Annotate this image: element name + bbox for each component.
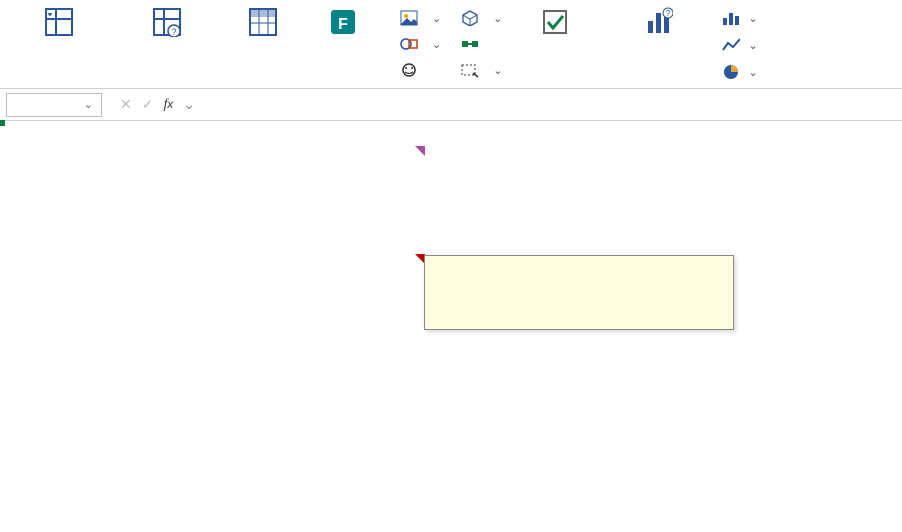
- cell-note-tooltip: [424, 255, 734, 330]
- pie-chart-icon: [722, 63, 740, 81]
- active-cell-outline: [0, 121, 4, 125]
- recommended-pivot-button[interactable]: ?: [112, 6, 222, 42]
- forms-button[interactable]: F: [304, 6, 382, 42]
- screenshot-button[interactable]: [461, 58, 502, 82]
- bar-chart-icon: [722, 9, 740, 27]
- formula-bar: ⌄ ✕ ✓ fx ⌄: [0, 89, 902, 121]
- chevron-down-icon: ⌄: [84, 98, 93, 111]
- line-chart-icon: [722, 36, 740, 54]
- icons-button[interactable]: [400, 58, 441, 82]
- screenshot-icon: [461, 61, 479, 79]
- checkbox-icon: [539, 6, 571, 38]
- pivot-table-icon: [43, 6, 75, 38]
- cancel-icon[interactable]: ✕: [120, 96, 132, 113]
- fx-icon[interactable]: fx: [163, 97, 173, 113]
- models3d-icon: [461, 9, 479, 27]
- chart-type-1[interactable]: [722, 6, 757, 30]
- icons-icon: [400, 61, 418, 79]
- formula-input[interactable]: [201, 93, 896, 117]
- recommended-charts-icon: ?: [642, 6, 674, 38]
- images-icon: [400, 9, 418, 27]
- models3d-button[interactable]: [461, 6, 502, 30]
- checkbox-button[interactable]: [520, 6, 590, 42]
- table-icon: [247, 6, 279, 38]
- images-button[interactable]: [400, 6, 441, 30]
- comment-indicator-purple[interactable]: [415, 146, 425, 156]
- forms-icon: F: [327, 6, 359, 38]
- ribbon-group-illustrations: [400, 6, 502, 86]
- table-button[interactable]: [236, 6, 290, 42]
- ribbon: ? F: [0, 0, 902, 89]
- svg-text:F: F: [338, 16, 348, 33]
- enter-icon[interactable]: ✓: [142, 96, 154, 113]
- formula-buttons: ✕ ✓ fx ⌄: [114, 96, 201, 113]
- smartart-icon: [461, 35, 479, 53]
- ribbon-group-charts: ?: [608, 6, 757, 84]
- svg-text:?: ?: [171, 27, 176, 37]
- recommended-pivot-icon: ?: [151, 6, 183, 38]
- ribbon-group-tables: ? F: [20, 6, 382, 46]
- pivot-table-button[interactable]: [20, 6, 98, 42]
- svg-text:?: ?: [666, 9, 671, 18]
- recommended-charts-button[interactable]: ?: [608, 6, 708, 84]
- ribbon-group-controls: [520, 6, 590, 46]
- chevron-down-icon[interactable]: ⌄: [183, 96, 195, 113]
- chart-type-2[interactable]: [722, 33, 757, 57]
- shapes-button[interactable]: [400, 32, 441, 56]
- name-box[interactable]: ⌄: [6, 93, 102, 117]
- shapes-icon: [400, 35, 418, 53]
- smartart-button[interactable]: [461, 32, 502, 56]
- chart-type-3[interactable]: [722, 60, 757, 84]
